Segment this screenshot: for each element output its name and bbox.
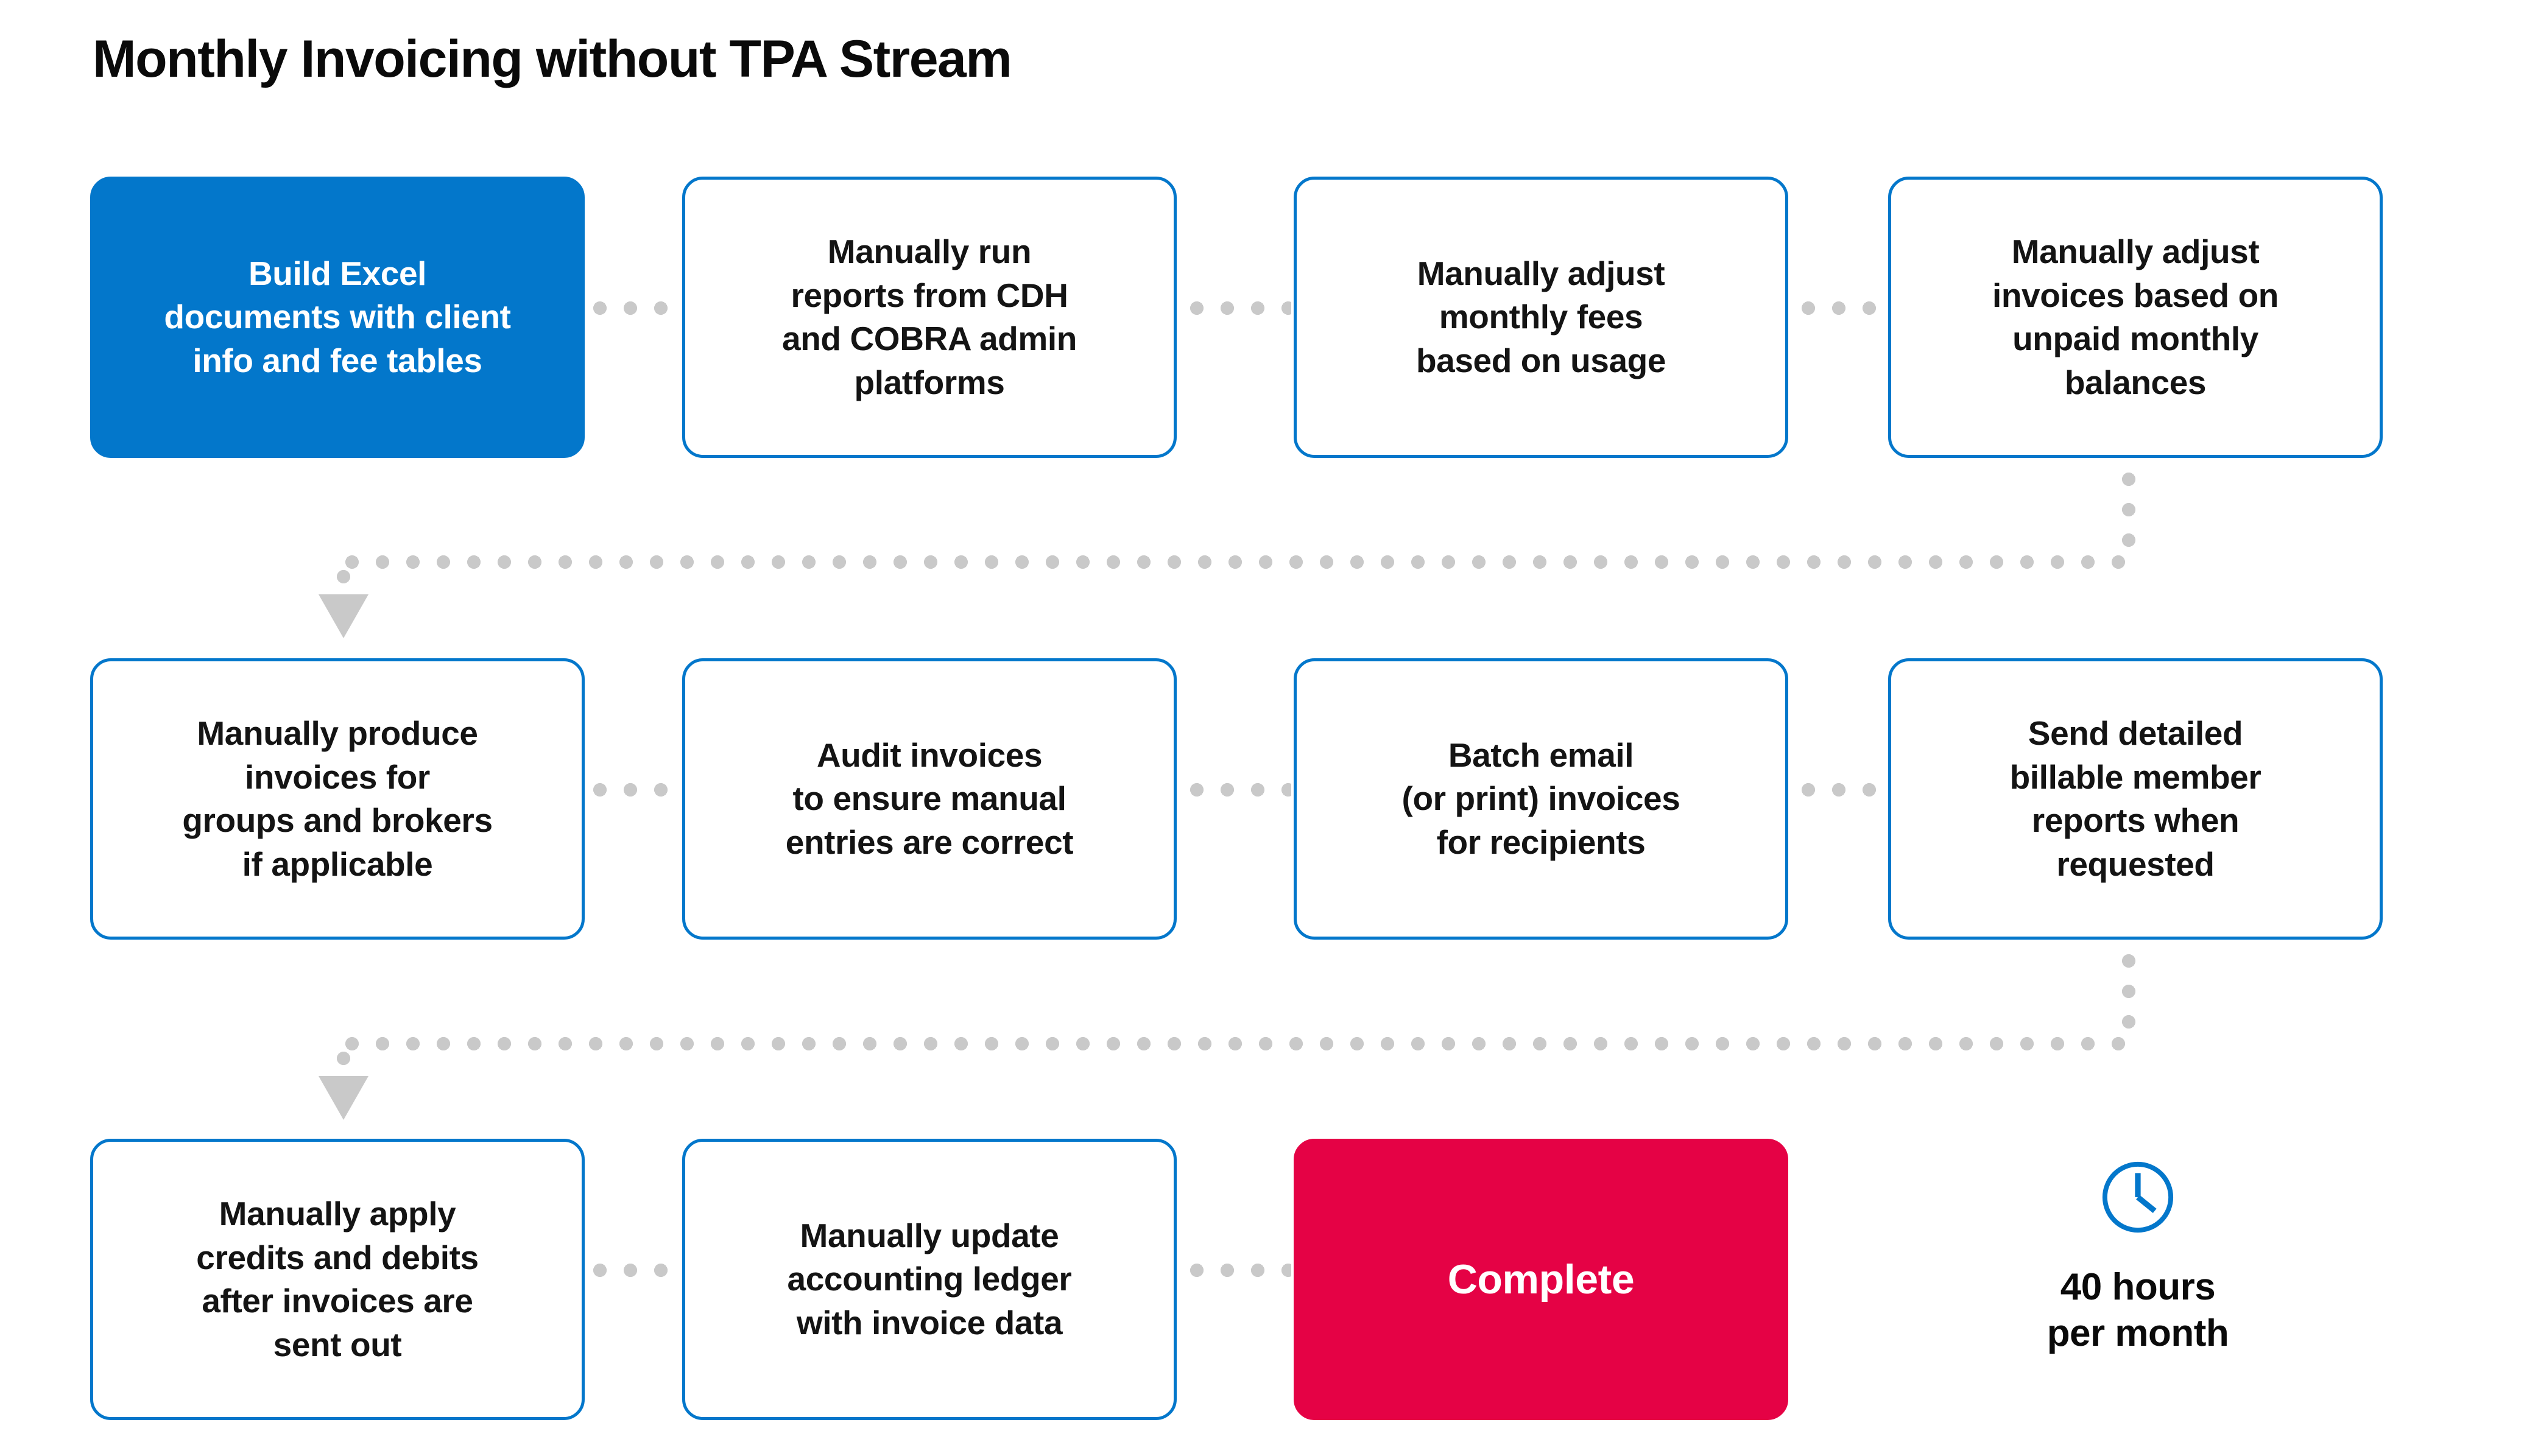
flow-node-audit-invoices[interactable]: Audit invoices to ensure manual entries … [682, 658, 1177, 940]
flow-node-adjust-fees[interactable]: Manually adjust monthly fees based on us… [1294, 177, 1788, 458]
flow-node-label: Manually adjust monthly fees based on us… [1415, 254, 1666, 379]
flow-node-label: Batch email (or print) invoices for reci… [1401, 736, 1680, 861]
flow-node-produce-invoices[interactable]: Manually produce invoices for groups and… [90, 658, 585, 940]
connector-r1-n2-n3 [1182, 301, 1291, 315]
connector-r1-arrowhead [319, 594, 368, 638]
clock-icon [2102, 1161, 2174, 1233]
flow-node-send-reports[interactable]: Send detailed billable member reports wh… [1888, 658, 2383, 940]
flow-node-label: Manually adjust invoices based on unpaid… [1992, 233, 2279, 401]
flow-node-apply-credits[interactable]: Manually apply credits and debits after … [90, 1139, 585, 1420]
flow-node-label: Audit invoices to ensure manual entries … [785, 736, 1074, 861]
flow-node-update-ledger[interactable]: Manually update accounting ledger with i… [682, 1139, 1177, 1420]
flow-node-label: Manually apply credits and debits after … [196, 1195, 479, 1363]
connector-r3-n1-n2 [585, 1264, 679, 1277]
flow-node-label: Manually produce invoices for groups and… [182, 714, 493, 883]
connector-r2-n3-n4 [1793, 783, 1888, 797]
connector-r2-arrowhead [319, 1076, 368, 1120]
connector-r1-wrap-horizontal [337, 555, 2131, 569]
page-title: Monthly Invoicing without TPA Stream [93, 30, 1012, 88]
connector-r2-n2-n3 [1182, 783, 1291, 797]
connector-r3-n2-n3 [1182, 1264, 1291, 1277]
flow-node-batch-email[interactable]: Batch email (or print) invoices for reci… [1294, 658, 1788, 940]
flow-node-label: Send detailed billable member reports wh… [2009, 714, 2261, 883]
connector-r2-wrap-horizontal [337, 1037, 2131, 1050]
flowchart-canvas: Monthly Invoicing without TPA Stream Bui… [0, 0, 2538, 1456]
connector-r1-n1-n2 [585, 301, 679, 315]
connector-r1-wrap-dropin [337, 561, 350, 593]
connector-r2-wrap-dropin [337, 1043, 350, 1075]
connector-r1-wrap-vertical [2122, 464, 2135, 561]
flow-node-label: Complete [1447, 1256, 1635, 1303]
connector-r1-n3-n4 [1793, 301, 1888, 315]
flow-node-complete[interactable]: Complete [1294, 1139, 1788, 1420]
hours-label: 40 hours per month [2046, 1266, 2229, 1354]
connector-r2-n1-n2 [585, 783, 679, 797]
flow-node-label: Manually update accounting ledger with i… [787, 1216, 1072, 1342]
flow-node-build-excel[interactable]: Build Excel documents with client info a… [90, 177, 585, 458]
connector-r2-wrap-vertical [2122, 946, 2135, 1043]
flow-node-adjust-invoices[interactable]: Manually adjust invoices based on unpaid… [1888, 177, 2383, 458]
flow-node-label: Build Excel documents with client info a… [164, 254, 511, 379]
time-summary: 40 hours per month [1888, 1157, 2388, 1356]
flow-node-label: Manually run reports from CDH and COBRA … [782, 233, 1077, 401]
flow-node-run-reports[interactable]: Manually run reports from CDH and COBRA … [682, 177, 1177, 458]
